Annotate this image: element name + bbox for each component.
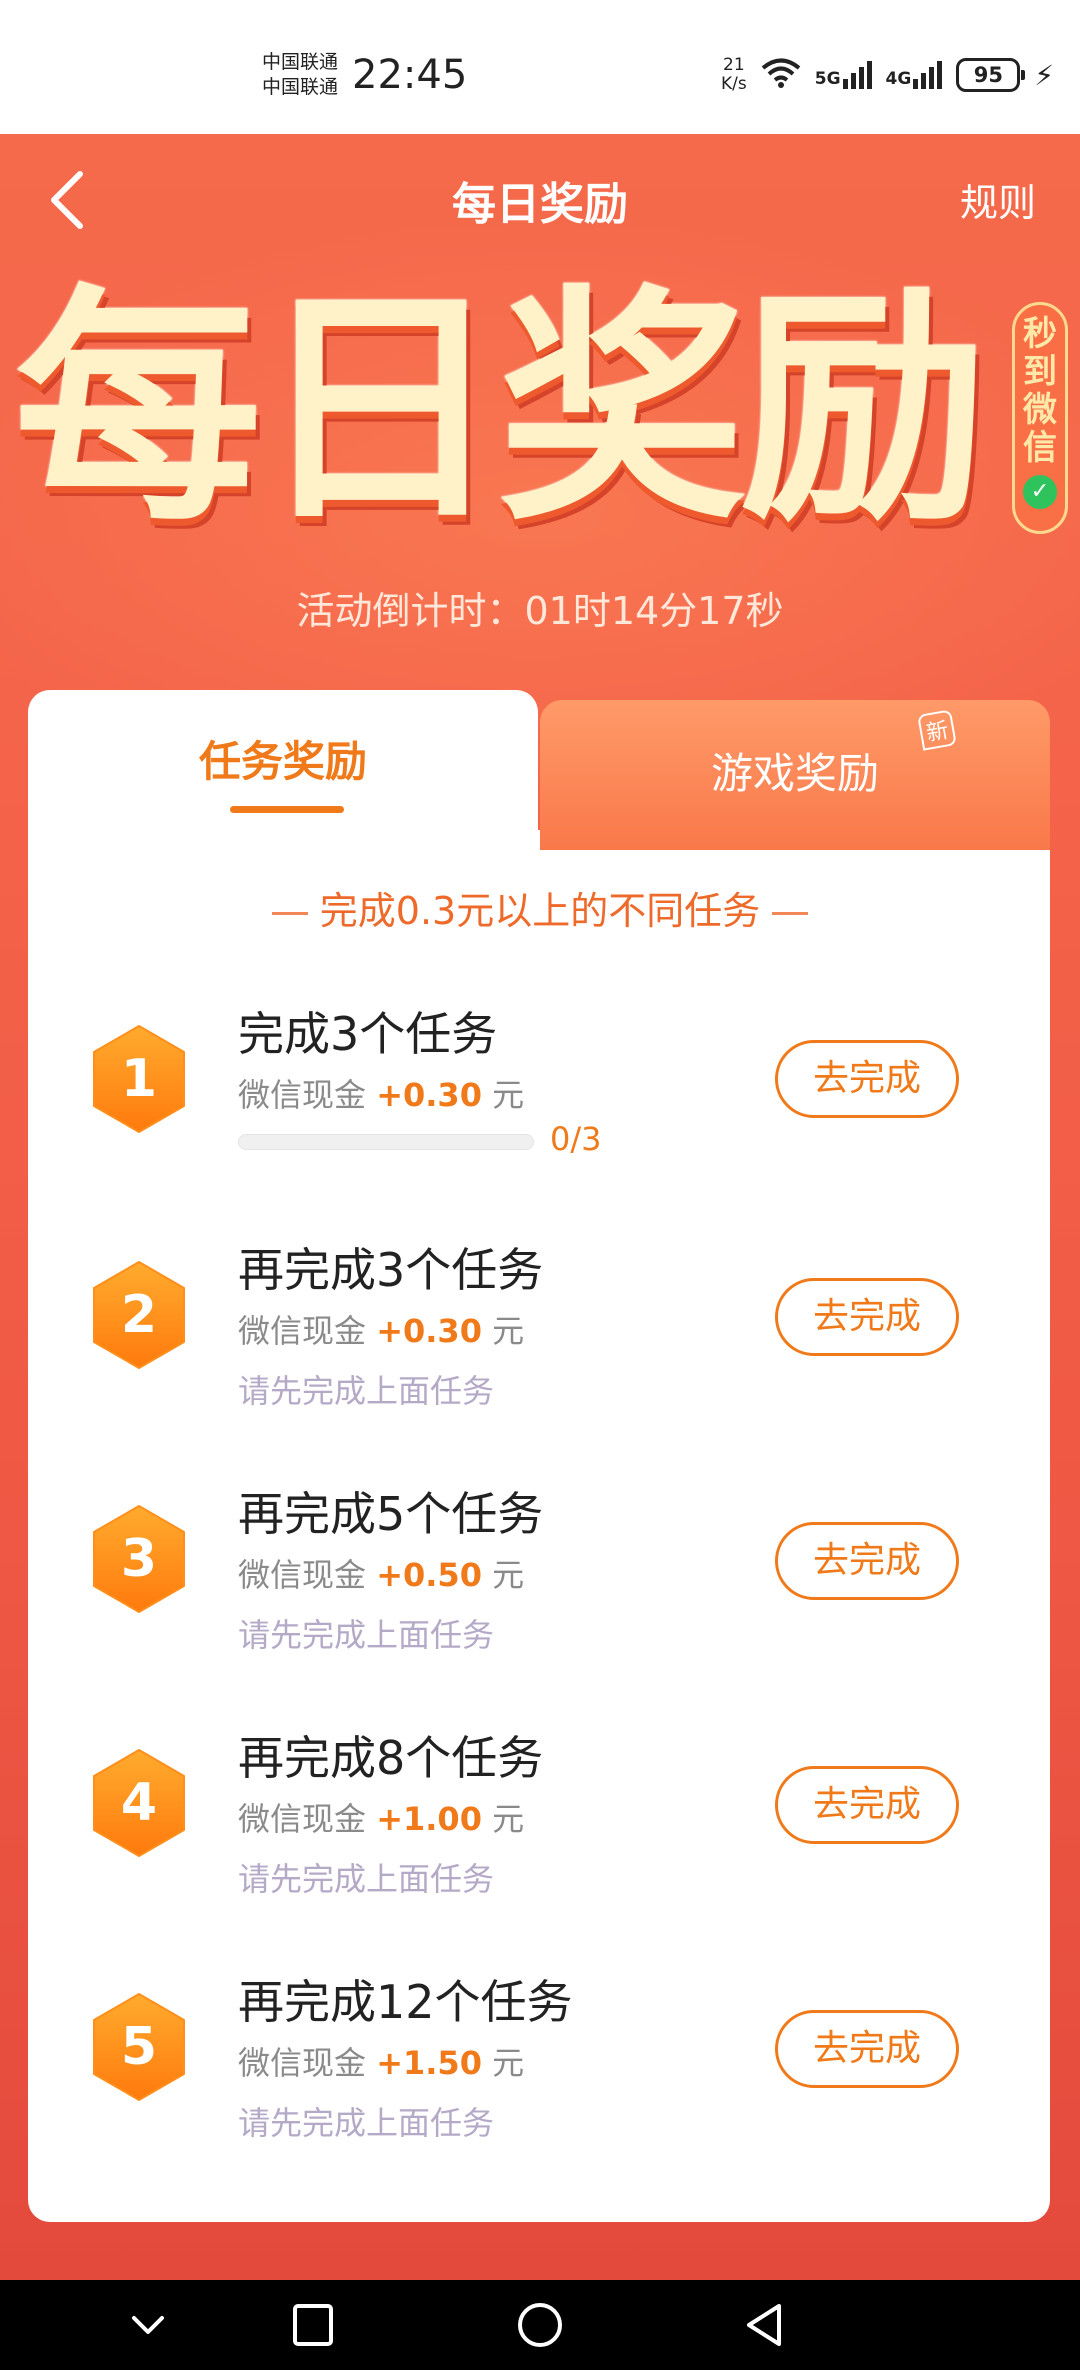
signal-5g-label: 5G (814, 69, 841, 89)
carrier-2: 中国联通 (262, 76, 339, 98)
task-title: 再完成12个任务 (238, 1975, 573, 2029)
signal-4g-label: 4G (885, 69, 912, 89)
step-number-badge: 1 (90, 1024, 188, 1134)
task-title: 再完成5个任务 (238, 1487, 544, 1541)
reward-label: 微信现金 (238, 1312, 367, 1350)
reward-amount: +0.50 (376, 1556, 482, 1594)
task-reward: 微信现金 +1.00 元 (238, 1794, 524, 1840)
instant-wechat-badge: 秒 到 微 信 ✓ (1012, 302, 1068, 534)
go-complete-button[interactable]: 去完成 (775, 1522, 959, 1600)
go-complete-button[interactable]: 去完成 (775, 1766, 959, 1844)
step-number-badge: 5 (90, 1992, 188, 2102)
active-tab-indicator (230, 806, 344, 813)
signal-4g-icon: 4G (886, 61, 943, 89)
carrier-1: 中国联通 (262, 51, 339, 73)
task-title: 再完成3个任务 (238, 1243, 544, 1297)
reward-amount: +0.30 (376, 1076, 482, 1114)
go-complete-button[interactable]: 去完成 (775, 1278, 959, 1356)
reward-unit: 元 (492, 2044, 525, 2082)
badge-char-3: 微 (1023, 390, 1057, 430)
charging-bolt-icon: ⚡ (1034, 58, 1054, 92)
task-row: 4 再完成8个任务 微信现金 +1.00 元 请先完成上面任务 去完成 (0, 1714, 1080, 1944)
go-complete-button[interactable]: 去完成 (775, 1040, 959, 1118)
step-number: 3 (120, 1529, 158, 1589)
step-number: 4 (120, 1773, 158, 1833)
reward-label: 微信现金 (238, 1556, 367, 1594)
task-reward: 微信现金 +0.30 元 (238, 1306, 524, 1352)
progress-bar (238, 1134, 534, 1150)
reward-unit: 元 (492, 1076, 525, 1114)
check-icon: ✓ (1023, 475, 1057, 509)
net-speed: 21 K/s (721, 56, 747, 94)
carrier-names: 中国联通 中国联通 (262, 50, 338, 100)
rules-link[interactable]: 规则 (960, 172, 1036, 227)
badge-char-2: 到 (1023, 352, 1057, 392)
task-row: 1 完成3个任务 微信现金 +0.30 元 0/3 去完成 (0, 990, 1080, 1220)
progress-count: 0/3 (550, 1120, 602, 1158)
step-number-badge: 3 (90, 1504, 188, 1614)
reward-label: 微信现金 (238, 2044, 367, 2082)
reward-amount: +1.50 (376, 2044, 482, 2082)
triangle-back-icon[interactable] (735, 2300, 795, 2350)
tab-task-rewards-label: 任务奖励 (198, 737, 367, 786)
step-number: 2 (120, 1285, 158, 1345)
status-bar: 中国联通 中国联通 22:45 21 K/s 5G 4G 95 ⚡ (0, 0, 1080, 134)
step-number-badge: 2 (90, 1260, 188, 1370)
tab-task-rewards[interactable]: 任务奖励 (28, 690, 538, 850)
tab-game-rewards[interactable]: 游戏奖励 新 (540, 700, 1050, 850)
reward-label: 微信现金 (238, 1076, 367, 1114)
reward-amount: +1.00 (376, 1800, 482, 1838)
step-number: 1 (120, 1049, 158, 1109)
status-icons: 21 K/s 5G 4G 95 ⚡ (721, 56, 1054, 94)
subtitle-dash-right (772, 912, 809, 915)
go-complete-button[interactable]: 去完成 (775, 2010, 959, 2088)
task-row: 2 再完成3个任务 微信现金 +0.30 元 请先完成上面任务 去完成 (0, 1226, 1080, 1456)
badge-char-4: 信 (1023, 428, 1057, 468)
tab-game-rewards-label: 游戏奖励 (710, 749, 879, 798)
subtitle-text: 完成0.3元以上的不同任务 (319, 889, 761, 933)
battery-icon: 95 (956, 58, 1026, 92)
task-reward: 微信现金 +0.30 元 (238, 1070, 524, 1116)
badge-char-1: 秒 (1023, 314, 1057, 354)
hero-title: 每日奖励 (14, 266, 988, 554)
step-number: 5 (120, 2017, 158, 2077)
wifi-icon (761, 57, 801, 93)
net-speed-unit: K/s (721, 74, 747, 94)
reward-amount: +0.30 (376, 1312, 482, 1350)
task-title: 再完成8个任务 (238, 1731, 544, 1785)
clock: 22:45 (352, 52, 468, 98)
task-row: 5 再完成12个任务 微信现金 +1.50 元 请先完成上面任务 去完成 (0, 1958, 1080, 2188)
net-speed-value: 21 (723, 55, 745, 75)
task-hint: 请先完成上面任务 (238, 1860, 495, 1898)
subtitle-dash-left (271, 912, 308, 915)
square-icon[interactable] (283, 2300, 343, 2350)
task-reward: 微信现金 +0.50 元 (238, 1550, 524, 1596)
reward-label: 微信现金 (238, 1800, 367, 1838)
page-title: 每日奖励 (452, 179, 628, 230)
new-badge: 新 (917, 709, 957, 751)
task-hint: 请先完成上面任务 (238, 1616, 495, 1654)
chevron-down-icon[interactable] (118, 2300, 178, 2350)
system-nav-bar (0, 2280, 1080, 2370)
reward-unit: 元 (492, 1800, 525, 1838)
circle-icon[interactable] (510, 2300, 570, 2350)
reward-unit: 元 (492, 1556, 525, 1594)
countdown-timer: 活动倒计时：01时14分17秒 (296, 589, 784, 633)
step-number-badge: 4 (90, 1748, 188, 1858)
task-reward: 微信现金 +1.50 元 (238, 2038, 524, 2084)
task-title: 完成3个任务 (238, 1007, 498, 1061)
signal-5g-icon: 5G (815, 61, 872, 89)
task-row: 3 再完成5个任务 微信现金 +0.50 元 请先完成上面任务 去完成 (0, 1470, 1080, 1700)
reward-unit: 元 (492, 1312, 525, 1350)
section-subtitle: 完成0.3元以上的不同任务 (0, 880, 1080, 935)
task-hint: 请先完成上面任务 (238, 1372, 495, 1410)
task-hint: 请先完成上面任务 (238, 2104, 495, 2142)
